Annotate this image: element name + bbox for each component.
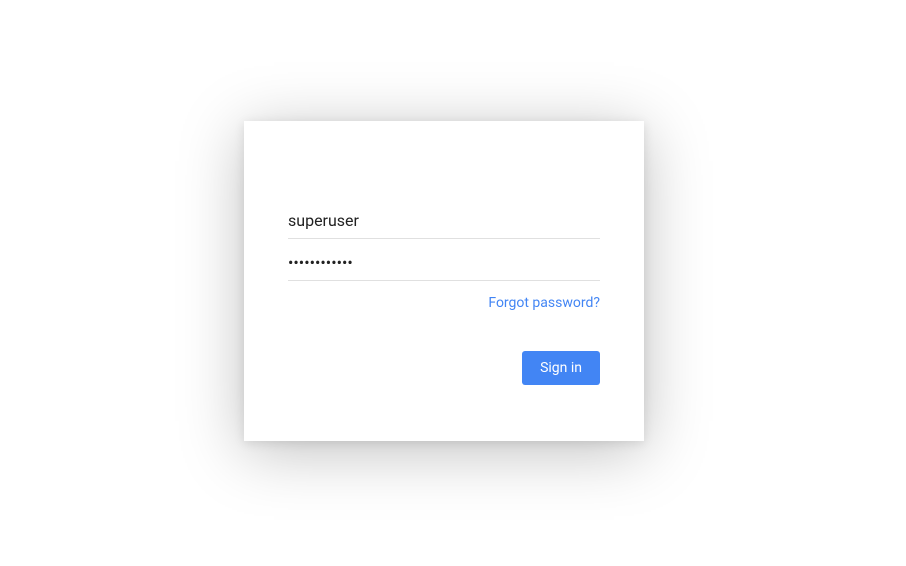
username-input[interactable] (288, 201, 600, 239)
button-row: Sign in (288, 351, 600, 385)
forgot-password-row: Forgot password? (288, 295, 600, 311)
signin-button[interactable]: Sign in (522, 351, 600, 385)
forgot-password-link[interactable]: Forgot password? (488, 295, 600, 311)
password-input[interactable] (288, 243, 600, 281)
login-card: Forgot password? Sign in (244, 121, 644, 441)
